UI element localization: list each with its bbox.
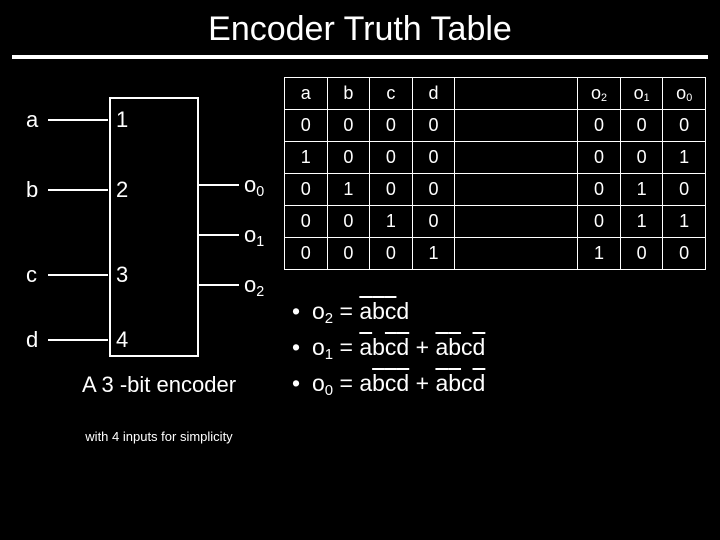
table-cell: 0 <box>370 238 413 270</box>
table-cell: 0 <box>370 110 413 142</box>
encoder-pin-number: 4 <box>116 327 128 353</box>
encoder-output-wire <box>199 284 239 286</box>
encoder-pin-number: 2 <box>116 177 128 203</box>
table-cell: 0 <box>370 142 413 174</box>
table-cell: 0 <box>620 142 663 174</box>
table-cell: 1 <box>663 206 706 238</box>
content-row: A 3 -bit encoder with 4 inputs for simpl… <box>0 77 720 517</box>
table-cell: 0 <box>663 174 706 206</box>
table-cell: 1 <box>578 238 621 270</box>
table-header: b <box>327 78 370 110</box>
table-cell: 0 <box>327 206 370 238</box>
table-cell: 0 <box>327 142 370 174</box>
table-cell: 0 <box>620 238 663 270</box>
table-header: d <box>412 78 455 110</box>
table-cell: 0 <box>412 110 455 142</box>
equation-o2: o2 = abcd <box>312 294 706 330</box>
table-cell: 0 <box>285 110 328 142</box>
encoder-input-c: c <box>26 262 37 288</box>
table-gap <box>455 238 578 270</box>
table-cell: 1 <box>412 238 455 270</box>
truth-table: abcdo2o1o0 00000001000001010001000100110… <box>284 77 706 270</box>
encoder-diagram: A 3 -bit encoder with 4 inputs for simpl… <box>14 77 284 517</box>
table-cell: 0 <box>285 238 328 270</box>
table-header: o1 <box>620 78 663 110</box>
table-row: 0010011 <box>285 206 706 238</box>
table-cell: 0 <box>412 174 455 206</box>
encoder-input-d: d <box>26 327 38 353</box>
table-header <box>455 78 578 110</box>
table-cell: 0 <box>620 110 663 142</box>
table-cell: 0 <box>412 206 455 238</box>
table-row: 0000000 <box>285 110 706 142</box>
table-cell: 0 <box>370 174 413 206</box>
table-cell: 0 <box>578 142 621 174</box>
table-cell: 1 <box>620 174 663 206</box>
table-header: o2 <box>578 78 621 110</box>
table-cell: 1 <box>663 142 706 174</box>
table-header-row: abcd o2o1o0 <box>285 78 706 110</box>
table-row: 1000001 <box>285 142 706 174</box>
table-gap <box>455 206 578 238</box>
table-header: a <box>285 78 328 110</box>
encoder-output-wire <box>199 184 239 186</box>
equations: o2 = abcdo1 = abcd + abcdo0 = abcd + abc… <box>312 294 706 403</box>
table-cell: 0 <box>663 110 706 142</box>
table-header: c <box>370 78 413 110</box>
encoder-output-label: o1 <box>244 222 264 250</box>
encoder-input-a: a <box>26 107 38 133</box>
equation-o0: o0 = abcd + abcd <box>312 366 706 402</box>
encoder-caption-small: with 4 inputs for simplicity <box>74 429 244 445</box>
encoder-output-label: o2 <box>244 272 264 300</box>
table-cell: 0 <box>578 174 621 206</box>
right-column: abcdo2o1o0 00000001000001010001000100110… <box>284 77 706 517</box>
encoder-output-wire <box>199 234 239 236</box>
table-gap <box>455 174 578 206</box>
table-cell: 0 <box>663 238 706 270</box>
table-row: 0100010 <box>285 174 706 206</box>
equation-o1: o1 = abcd + abcd <box>312 330 706 366</box>
table-cell: 0 <box>327 238 370 270</box>
table-cell: 1 <box>620 206 663 238</box>
encoder-pin-number: 1 <box>116 107 128 133</box>
encoder-input-b: b <box>26 177 38 203</box>
table-cell: 0 <box>285 206 328 238</box>
title-rule <box>12 55 708 59</box>
table-cell: 0 <box>327 110 370 142</box>
table-gap <box>455 142 578 174</box>
table-cell: 1 <box>327 174 370 206</box>
table-cell: 1 <box>370 206 413 238</box>
table-cell: 0 <box>285 174 328 206</box>
table-cell: 0 <box>578 110 621 142</box>
page-title: Encoder Truth Table <box>0 0 720 55</box>
table-row: 0001100 <box>285 238 706 270</box>
table-gap <box>455 110 578 142</box>
table-cell: 1 <box>285 142 328 174</box>
encoder-output-label: o0 <box>244 172 264 200</box>
table-cell: 0 <box>412 142 455 174</box>
encoder-caption: A 3 -bit encoder <box>64 372 254 398</box>
encoder-pin-number: 3 <box>116 262 128 288</box>
table-header: o0 <box>663 78 706 110</box>
table-cell: 0 <box>578 206 621 238</box>
encoder-box <box>109 97 199 357</box>
